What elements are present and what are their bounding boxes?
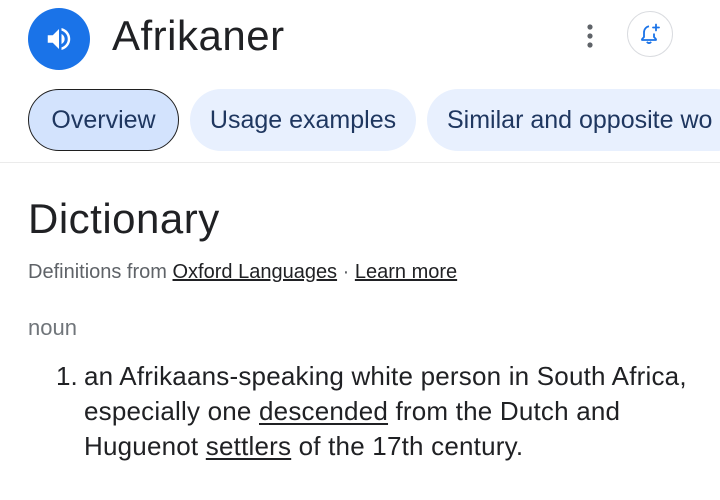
learn-more-link[interactable]: Learn more	[355, 261, 457, 283]
part-of-speech: noun	[28, 315, 77, 340]
descended-link[interactable]: descended	[259, 396, 388, 426]
more-vert-icon	[587, 24, 593, 48]
definition-text-end: of the 17th century.	[291, 431, 524, 461]
pronunciation-audio-button[interactable]	[28, 8, 90, 70]
header: Afrikaner	[0, 0, 720, 80]
tab-usage-examples[interactable]: Usage examples	[190, 89, 416, 151]
tab-bar: Overview Usage examples Similar and oppo…	[0, 88, 720, 154]
divider	[0, 162, 720, 163]
tab-overview[interactable]: Overview	[28, 89, 179, 151]
oxford-languages-link[interactable]: Oxford Languages	[173, 261, 338, 283]
source-prefix: Definitions from	[28, 261, 167, 283]
source-attribution: Definitions from Oxford Languages · Lear…	[28, 258, 457, 286]
dictionary-heading: Dictionary	[28, 195, 220, 242]
settlers-link[interactable]: settlers	[206, 431, 291, 461]
definition-text: an Afrikaans-speaking white person in So…	[84, 359, 694, 464]
create-alert-button[interactable]	[627, 11, 673, 57]
more-options-button[interactable]	[570, 14, 610, 58]
speaker-icon	[47, 28, 71, 50]
separator: ·	[342, 261, 350, 283]
definition-number: 1.	[56, 361, 78, 391]
bell-plus-icon	[641, 23, 660, 44]
tab-similar-and-opposite-words[interactable]: Similar and opposite wo	[427, 89, 720, 151]
word-title: Afrikaner	[112, 12, 285, 59]
